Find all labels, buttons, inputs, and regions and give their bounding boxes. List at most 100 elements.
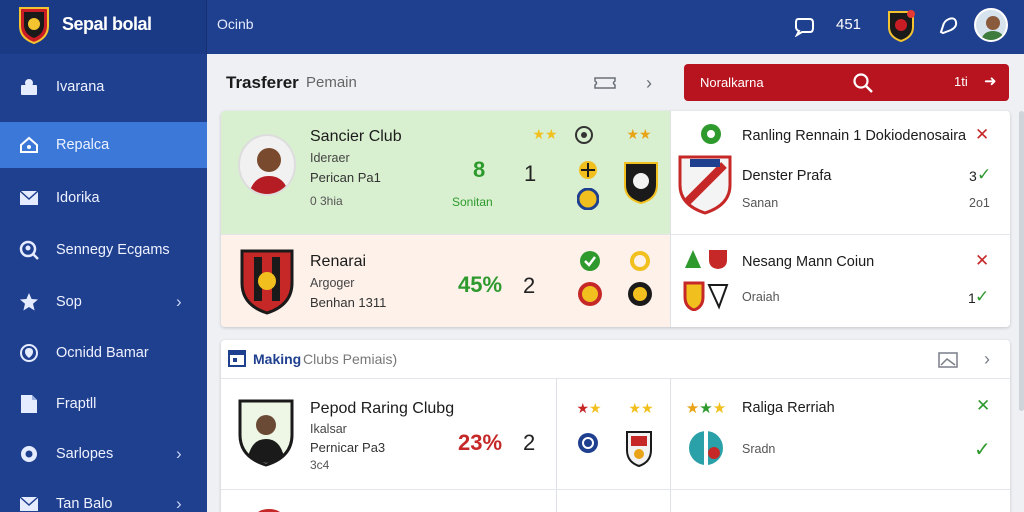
club-badge-icon[interactable] <box>886 10 916 42</box>
sidebar-item-tan-balo[interactable]: Tan Balo › <box>0 481 207 512</box>
search-icon[interactable] <box>852 72 874 94</box>
club-logo-icon <box>625 430 653 468</box>
player-meta: 0 3hia <box>310 194 343 208</box>
table-row[interactable] <box>221 490 1010 512</box>
score-value: 45% <box>458 272 503 297</box>
search-bar-label: Noralkarna <box>700 75 764 90</box>
sidebar-item-label: Repalca <box>56 137 110 153</box>
player-photo <box>238 399 294 467</box>
star-icon <box>18 291 40 313</box>
sidebar-item-sennegy-ecgams[interactable]: Sennegy Ecgams <box>0 227 207 273</box>
calendar-icon <box>227 348 247 368</box>
star-rating-icon: ★★ <box>576 399 602 416</box>
chevron-right-icon: › <box>176 292 182 311</box>
club-logo-icon <box>579 250 601 272</box>
mail-icon <box>18 493 40 512</box>
club-logo-icon <box>577 281 603 307</box>
chat-icon[interactable] <box>790 12 818 40</box>
location-icon <box>18 342 40 364</box>
search-user-icon <box>18 239 40 261</box>
chevron-right-icon[interactable]: › <box>976 348 998 370</box>
sidebar-item-label: Sennegy Ecgams <box>56 242 170 258</box>
club-logo-icon <box>684 429 728 467</box>
star-rating-icon: ★★ <box>626 125 652 142</box>
scrollbar[interactable] <box>1019 111 1024 411</box>
user-avatar[interactable] <box>974 8 1008 42</box>
sidebar-item-sop[interactable]: Sop › <box>0 279 207 325</box>
mail-icon <box>18 187 40 209</box>
club-logo-icon <box>577 159 599 181</box>
rank-value: 2 <box>523 273 536 298</box>
section-title: Making <box>253 351 302 367</box>
table-row[interactable]: Renarai Argoger Benhan 1311 45% 2 <box>221 235 670 327</box>
brand-area[interactable]: Sepal bolal <box>0 0 207 54</box>
sidebar-item-idorika[interactable]: Idorika <box>0 175 207 221</box>
document-icon <box>18 393 40 415</box>
club-crest-icon <box>678 153 732 215</box>
sidebar-item-label: Tan Balo <box>56 496 113 512</box>
brand-title: Sepal bolal <box>62 14 152 34</box>
star-rating-icon: ★ ★ ★ <box>685 400 727 417</box>
club-logo-icon <box>700 123 722 145</box>
section-subtitle: Pemain <box>306 74 357 91</box>
sidebar-item-label: Ocnidd Bamar <box>56 345 149 361</box>
star-rating-icon: ★★ <box>532 125 558 142</box>
sidebar-item-label: Sop <box>56 294 82 310</box>
arrow-right-icon[interactable]: ➜ <box>984 72 997 90</box>
close-icon[interactable]: ✕ <box>975 251 989 271</box>
sidebar-item-fraptll[interactable]: Fraptll <box>0 381 207 427</box>
close-icon[interactable]: ✕ <box>976 396 990 416</box>
sidebar-item-ocnidd-bamar[interactable]: Ocnidd Bamar <box>0 330 207 376</box>
rank-value: 1 <box>524 161 537 186</box>
score-value: 8 <box>473 157 486 182</box>
club-logo-icon <box>249 505 289 512</box>
message-icon[interactable] <box>934 12 962 40</box>
user-icon <box>18 76 40 98</box>
ranking-title: Ranling Rennain 1 Dokiodenosaira <box>742 128 967 144</box>
player-role: Ideraer <box>310 151 350 165</box>
notification-count: 451 <box>836 16 862 33</box>
score-value: 23% <box>458 430 503 455</box>
check-icon[interactable]: ✓ <box>977 165 991 185</box>
player-detail: Pernicar Pa3 <box>310 440 386 455</box>
player-name: Sancier Club <box>310 128 402 145</box>
image-icon[interactable] <box>937 349 959 371</box>
player-role: Ikalsar <box>310 422 347 436</box>
ranking-line: Sradn <box>742 442 776 456</box>
club-logo-icon <box>629 250 651 272</box>
ranking-value: 2o1 <box>969 196 990 210</box>
sidebar-item-label: Idorika <box>56 190 100 206</box>
close-icon[interactable]: ✕ <box>975 125 989 145</box>
ranking-line: Denster Prafa <box>742 168 832 184</box>
sidebar-item-label: Sarlopes <box>56 446 114 462</box>
check-icon[interactable]: ✓ <box>974 437 991 462</box>
search-bar[interactable]: Noralkarna 1ti ➜ <box>684 64 1009 101</box>
player-name: Renarai <box>310 253 367 270</box>
sidebar-item-label: Ivarana <box>56 79 105 95</box>
chevron-right-icon[interactable]: › <box>637 72 661 94</box>
ticket-icon[interactable] <box>593 72 617 94</box>
home-icon <box>18 134 40 156</box>
sidebar-item-sarlopes[interactable]: Sarlopes › <box>0 431 207 477</box>
search-count: 1ti <box>954 74 968 89</box>
transfer-card: Sancier Club Ideraer Perican Pa1 0 3hia … <box>221 111 1010 327</box>
player-meta: 3c4 <box>310 458 330 472</box>
table-row[interactable]: Pepod Raring Clubg Ikalsar Pernicar Pa3 … <box>221 379 556 489</box>
making-card: Making Clubs Pemiais) › Pepod Raring Clu… <box>221 340 1010 512</box>
ranking-row[interactable]: Nesang Mann Coiun ✕ Oraiah 1 ✓ <box>670 235 1010 327</box>
ranking-title: Nesang Mann Coiun <box>742 254 875 270</box>
club-logo-icon <box>577 432 599 454</box>
player-detail: Perican Pa1 <box>310 170 381 185</box>
check-icon[interactable]: ✓ <box>975 287 989 307</box>
player-detail: Benhan 1311 <box>310 295 387 310</box>
section-subtitle: Clubs Pemiais) <box>303 351 398 367</box>
ranking-row[interactable]: Ranling Rennain 1 Dokiodenosaira ✕ Denst… <box>670 111 1010 234</box>
sidebar-item-ivarana[interactable]: Ivarana <box>0 64 207 110</box>
sidebar-item-repalca[interactable]: Repalca <box>0 122 207 168</box>
ranking-row[interactable]: ★ ★ ★ Raliga Rerriah ✕ Sradn ✓ <box>670 379 1010 489</box>
player-name: Pepod Raring Clubg <box>310 400 455 417</box>
table-row[interactable]: Sancier Club Ideraer Perican Pa1 0 3hia … <box>221 111 670 234</box>
chevron-right-icon: › <box>176 444 182 463</box>
club-logo-icon <box>683 281 729 311</box>
club-logo-icon <box>683 248 729 270</box>
